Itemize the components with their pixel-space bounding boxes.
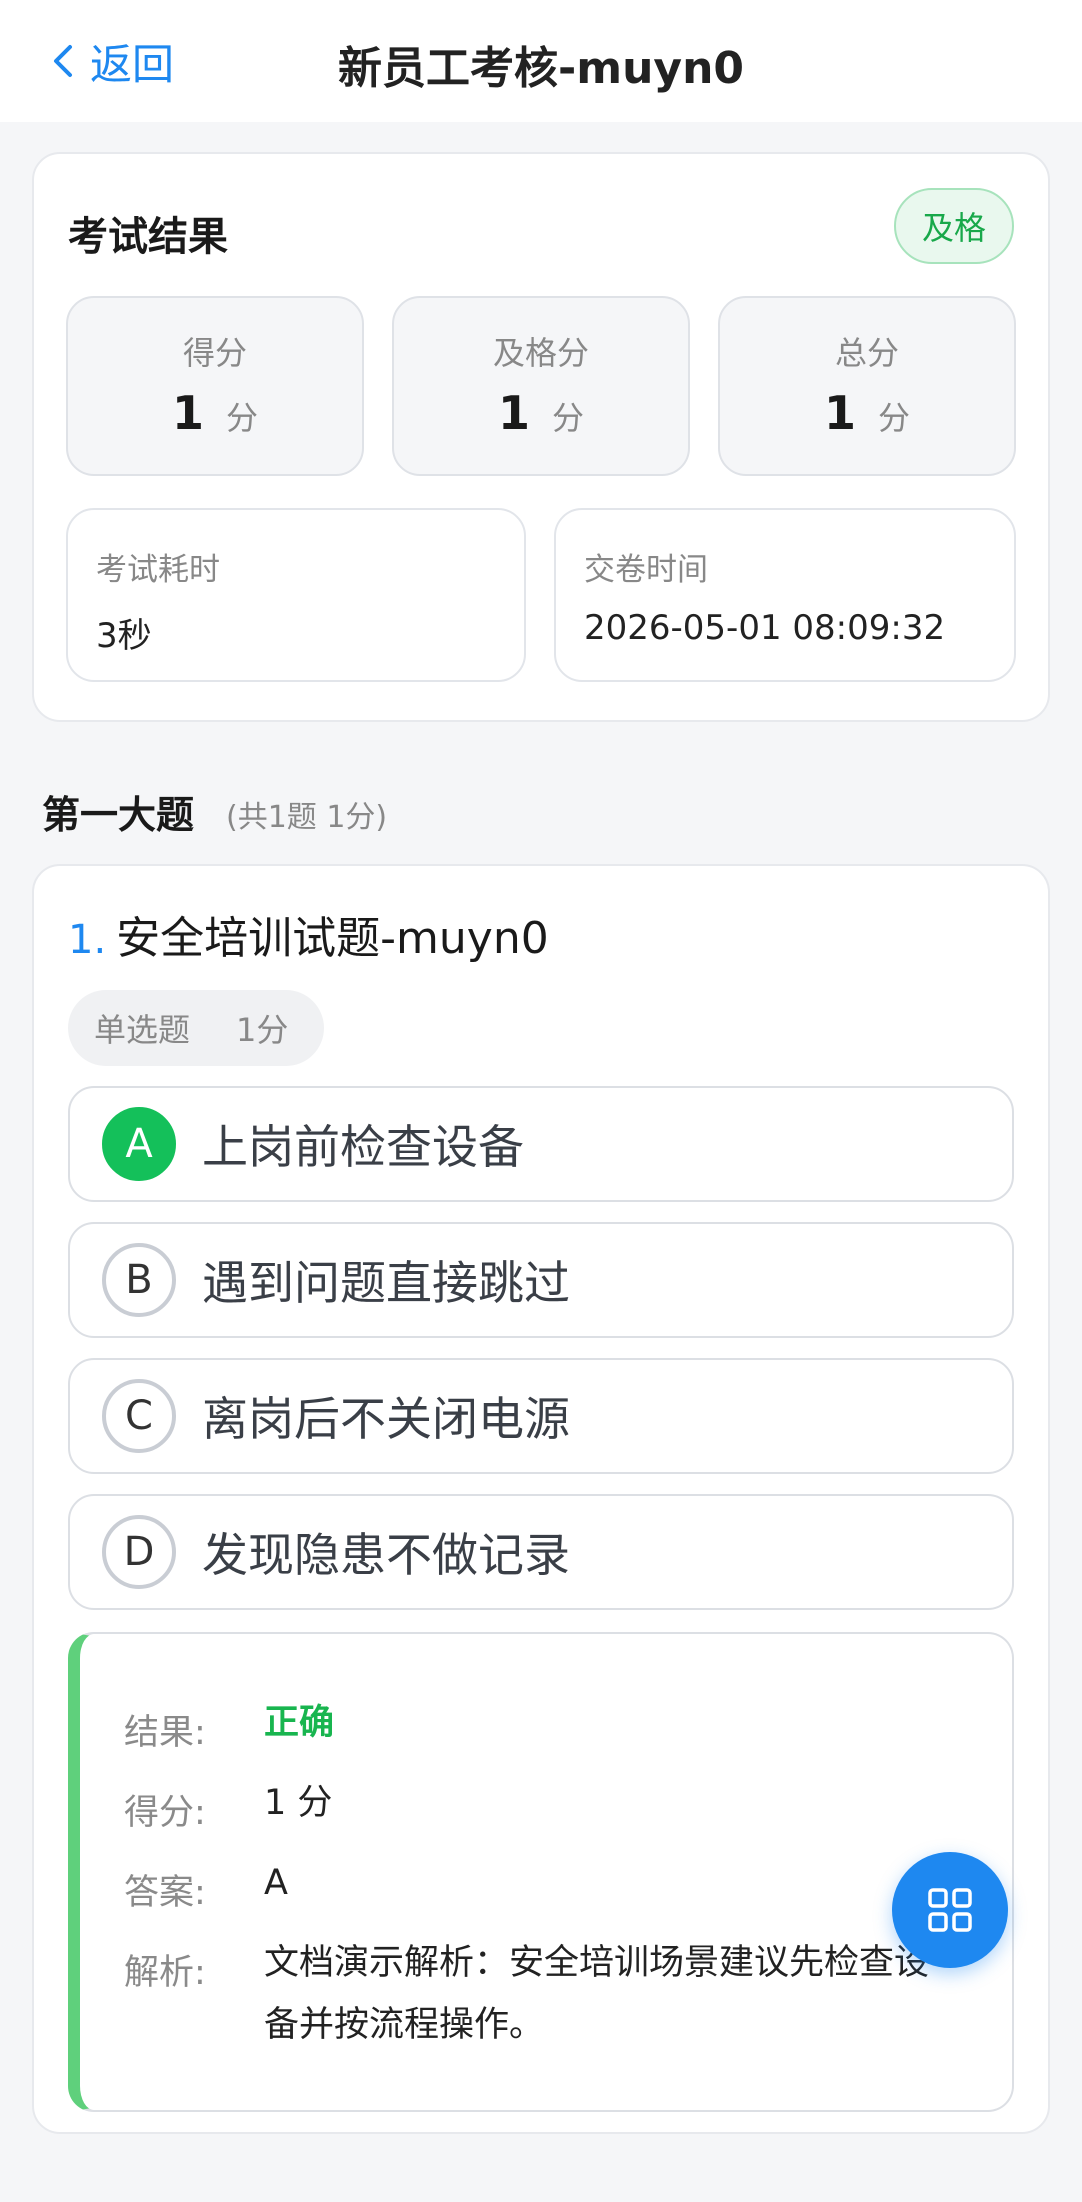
page-title: 新员工考核-muyn0 (337, 43, 745, 94)
answer-row: 答案: A (124, 1863, 944, 1915)
duration-value: 3秒 (96, 616, 152, 656)
answer-value: A (264, 1863, 288, 1903)
submit-time-info: 交卷时间 2026-05-01 08:09:32 (554, 508, 1016, 682)
option-text: 上岗前检查设备 (202, 1120, 524, 1174)
option-a[interactable]: A 上岗前检查设备 (68, 1086, 1014, 1202)
stat-number: 1 (171, 386, 204, 440)
question-title: 1. 安全培训试题-muyn0 (68, 902, 549, 966)
score-stat: 得分 1 分 (66, 296, 364, 476)
top-nav-bar: 返回 新员工考核-muyn0 (0, 0, 1082, 122)
question-type-tag: 单选题 1分 (68, 990, 324, 1066)
explanation-label: 解析: (124, 1953, 206, 1993)
stat-value: 1 分 (394, 386, 688, 440)
section-title: 第一大题 (42, 793, 195, 837)
answer-analysis-panel: 结果: 正确 得分: 1 分 答案: A 解析: 文档演示解析：安全培训场景建议… (68, 1632, 1014, 2112)
option-letter: C (102, 1379, 176, 1453)
pass-score-stat: 及格分 1 分 (392, 296, 690, 476)
answer-label: 答案: (124, 1873, 206, 1913)
stat-number: 1 (497, 386, 530, 440)
option-c[interactable]: C 离岗后不关闭电源 (68, 1358, 1014, 1474)
submit-time-value: 2026-05-01 08:09:32 (584, 608, 946, 648)
score-row: 得分: 1 分 (124, 1783, 944, 1835)
exam-result-card: 考试结果 及格 得分 1 分 及格分 1 分 总分 1 分 考试耗时 3秒 交卷… (32, 152, 1050, 722)
question-card: 1. 安全培训试题-muyn0 单选题 1分 A 上岗前检查设备 B 遇到问题直… (32, 864, 1050, 2134)
stat-unit: 分 (552, 399, 585, 437)
grid-icon (928, 1888, 972, 1932)
stat-unit: 分 (878, 399, 911, 437)
stat-value: 1 分 (720, 386, 1014, 440)
option-text: 遇到问题直接跳过 (202, 1256, 570, 1310)
option-text: 离岗后不关闭电源 (202, 1392, 570, 1446)
explanation-text: 文档演示解析：安全培训场景建议先检查设备并按流程操作。 (264, 1943, 930, 2045)
option-text: 发现隐患不做记录 (202, 1528, 570, 1582)
stat-unit: 分 (226, 399, 259, 437)
duration-label: 考试耗时 (96, 552, 220, 588)
stat-label: 及格分 (492, 334, 589, 372)
total-score-stat: 总分 1 分 (718, 296, 1016, 476)
score-label: 得分: (124, 1793, 206, 1833)
status-badge: 及格 (894, 188, 1014, 264)
section-meta: (共1题 1分) (226, 800, 388, 835)
page: 返回 新员工考核-muyn0 考试结果 及格 得分 1 分 及格分 1 分 总分… (0, 0, 1082, 2202)
stat-label: 得分 (182, 334, 247, 372)
result-row: 结果: 正确 (124, 1703, 944, 1755)
question-number: 1. (68, 917, 107, 963)
option-letter-selected: A (102, 1107, 176, 1181)
explanation-row: 解析: 文档演示解析：安全培训场景建议先检查设备并按流程操作。 (124, 1943, 944, 2056)
stat-number: 1 (823, 386, 856, 440)
score-value: 1 分 (264, 1783, 333, 1823)
question-text: 安全培训试题-muyn0 (116, 913, 549, 964)
option-d[interactable]: D 发现隐患不做记录 (68, 1494, 1014, 1610)
duration-info: 考试耗时 3秒 (66, 508, 526, 682)
submit-time-label: 交卷时间 (584, 552, 708, 588)
option-letter: D (102, 1515, 176, 1589)
result-label: 结果: (124, 1713, 206, 1753)
question-type: 单选题 (94, 1011, 191, 1049)
option-b[interactable]: B 遇到问题直接跳过 (68, 1222, 1014, 1338)
option-letter: B (102, 1243, 176, 1317)
stat-value: 1 分 (68, 386, 362, 440)
question-nav-fab[interactable] (892, 1852, 1008, 1968)
question-score: 1分 (236, 1011, 289, 1049)
stat-label: 总分 (834, 334, 899, 372)
result-value: 正确 (264, 1703, 335, 1743)
result-card-title: 考试结果 (68, 214, 228, 260)
